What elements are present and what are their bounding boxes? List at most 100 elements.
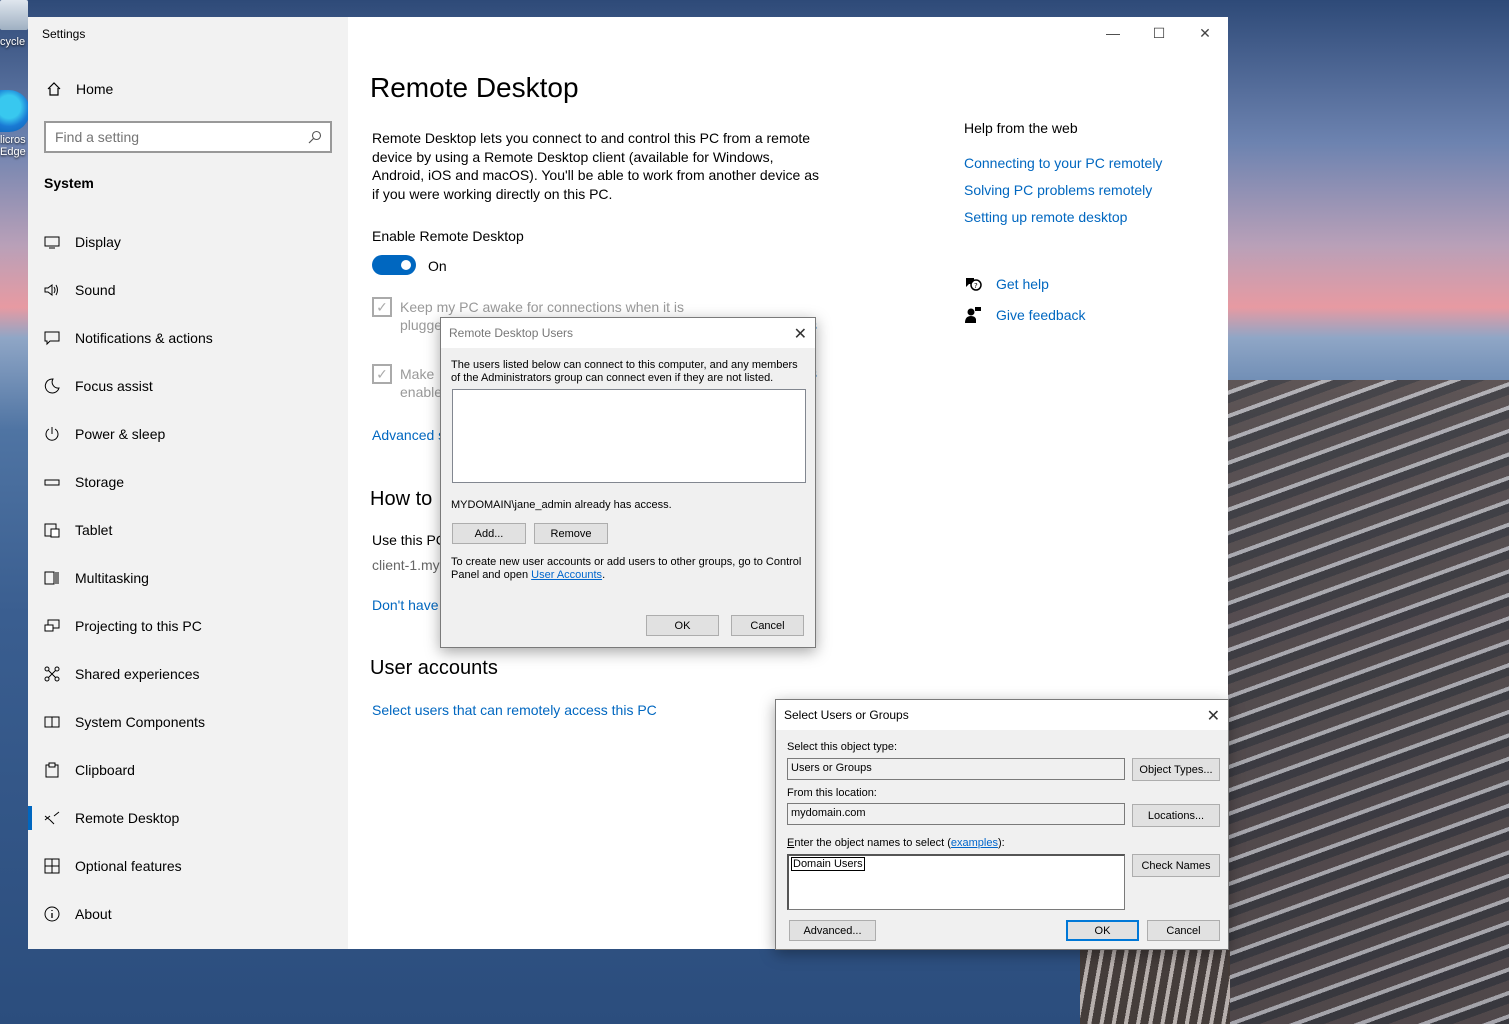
use-this-pc-text: Use this PC [372, 532, 446, 548]
caption-buttons: — ☐ ✕ [1090, 17, 1228, 49]
search-input[interactable] [46, 123, 296, 151]
page-title: Remote Desktop [370, 72, 579, 103]
sug-ok-button[interactable]: OK [1066, 920, 1139, 941]
sidebar-item-label: Remote Desktop [75, 810, 180, 826]
rdu-cancel-button[interactable]: Cancel [731, 615, 804, 636]
sidebar-item-remote-desktop[interactable]: Remote Desktop [28, 794, 348, 842]
shared-icon [44, 666, 60, 682]
maximize-button[interactable]: ☐ [1136, 17, 1182, 49]
sidebar-item-storage[interactable]: Storage [28, 458, 348, 506]
sidebar-home[interactable]: Home [46, 81, 113, 97]
home-label: Home [76, 81, 114, 97]
object-types-button[interactable]: Object Types... [1132, 758, 1220, 781]
help-link-solving[interactable]: Solving PC problems remotely [964, 182, 1152, 198]
sidebar-section-title: System [44, 175, 94, 191]
info-icon [44, 906, 60, 922]
sidebar-item-multitasking[interactable]: Multitasking [28, 554, 348, 602]
remote-desktop-icon [44, 810, 60, 826]
advanced-button[interactable]: Advanced... [789, 920, 876, 941]
toggle-state-label: On [428, 258, 447, 274]
rdu-dialog-title: Remote Desktop Users [441, 318, 815, 348]
monitor-icon [44, 234, 60, 250]
sidebar-item-power-sleep[interactable]: Power & sleep [28, 410, 348, 458]
pc-name-text: client-1.my [372, 557, 440, 573]
recycle-bin-label: cycle [0, 36, 26, 48]
notification-icon [44, 330, 60, 346]
user-accounts-heading: User accounts [370, 657, 498, 679]
sidebar-item-display[interactable]: Display [28, 218, 348, 266]
rdu-footer: To create new user accounts or add users… [451, 556, 807, 582]
sidebar-item-label: Multitasking [75, 570, 149, 586]
make-discoverable-checkbox[interactable]: ✓ [372, 364, 392, 384]
sidebar-item-projecting[interactable]: Projecting to this PC [28, 602, 348, 650]
dont-have-link[interactable]: Don't have [372, 597, 439, 613]
object-names-value: Domain Users [791, 857, 865, 871]
recycle-bin-icon [0, 0, 28, 30]
sidebar-item-label: About [75, 906, 112, 922]
object-names-label: Enter the object names to select (exampl… [787, 837, 1005, 849]
sidebar-item-clipboard[interactable]: Clipboard [28, 746, 348, 794]
speaker-icon [44, 282, 60, 298]
object-type-field: Users or Groups [787, 758, 1125, 780]
sidebar-item-system-components[interactable]: System Components [28, 698, 348, 746]
tablet-icon [44, 522, 60, 538]
page-description: Remote Desktop lets you connect to and c… [372, 130, 820, 202]
give-feedback-link[interactable]: Give feedback [964, 306, 1086, 324]
user-accounts-link[interactable]: User Accounts [531, 569, 602, 581]
home-icon [47, 82, 61, 96]
rdu-remove-button[interactable]: Remove [534, 523, 608, 544]
enable-remote-desktop-toggle[interactable] [372, 255, 416, 275]
power-icon [44, 426, 60, 442]
sidebar-item-label: System Components [75, 714, 205, 730]
remote-desktop-users-dialog: Remote Desktop Users ✕ The users listed … [440, 317, 816, 648]
get-help-link[interactable]: ? Get help [964, 275, 1049, 293]
sidebar-item-shared-experiences[interactable]: Shared experiences [28, 650, 348, 698]
sidebar-item-notifications[interactable]: Notifications & actions [28, 314, 348, 362]
help-title: Help from the web [964, 120, 1078, 136]
enable-remote-desktop-label: Enable Remote Desktop [372, 228, 524, 244]
desktop-wallpaper-pier-lower [1080, 950, 1230, 1024]
location-label: From this location: [787, 787, 877, 799]
select-users-link[interactable]: Select users that can remotely access th… [372, 702, 657, 718]
get-help-icon: ? [966, 278, 982, 291]
keep-awake-checkbox[interactable]: ✓ [372, 297, 392, 317]
sidebar-item-sound[interactable]: Sound [28, 266, 348, 314]
help-link-connecting[interactable]: Connecting to your PC remotely [964, 155, 1162, 171]
sidebar-item-about[interactable]: About [28, 890, 348, 938]
advanced-settings-link[interactable]: Advanced s [372, 427, 445, 443]
sug-dialog-title: Select Users or Groups [776, 700, 1228, 730]
check-names-button[interactable]: Check Names [1132, 854, 1220, 877]
sidebar-item-label: Tablet [75, 522, 113, 538]
rdu-ok-button[interactable]: OK [646, 615, 719, 636]
object-names-input[interactable]: Domain Users [787, 854, 1125, 910]
sidebar-item-optional-features[interactable]: Optional features [28, 842, 348, 890]
close-button[interactable]: ✕ [1182, 17, 1228, 49]
sidebar: Settings Home System Display Sound Notif… [28, 17, 348, 949]
search-box[interactable] [44, 121, 332, 153]
locations-button[interactable]: Locations... [1132, 804, 1220, 827]
recycle-bin-desktop-icon[interactable]: cycle [0, 0, 30, 62]
rdu-footer-text: To create new user accounts or add users… [451, 556, 802, 581]
sidebar-nav: Display Sound Notifications & actions Fo… [28, 218, 348, 938]
clipboard-icon [44, 762, 60, 778]
sug-close-button[interactable]: ✕ [1207, 706, 1220, 726]
examples-link[interactable]: examples [951, 837, 998, 849]
projecting-icon [44, 618, 60, 634]
sidebar-item-tablet[interactable]: Tablet [28, 506, 348, 554]
sug-cancel-button[interactable]: Cancel [1147, 920, 1220, 941]
rdu-close-button[interactable]: ✕ [794, 324, 807, 344]
sidebar-item-label: Projecting to this PC [75, 618, 202, 634]
rdu-add-button[interactable]: Add... [452, 523, 526, 544]
select-users-groups-dialog: Select Users or Groups ✕ Select this obj… [775, 699, 1229, 950]
window-title: Settings [42, 27, 86, 41]
minimize-button[interactable]: — [1090, 17, 1136, 49]
rdu-access-note: MYDOMAIN\jane_admin already has access. [451, 499, 672, 511]
multitasking-icon [44, 570, 60, 586]
object-names-label-end: ): [997, 837, 1005, 849]
rdu-users-list[interactable] [452, 389, 806, 483]
keep-awake-line1: Keep my PC awake for connections when it… [400, 299, 685, 315]
sidebar-item-focus-assist[interactable]: Focus assist [28, 362, 348, 410]
sidebar-item-label: Storage [75, 474, 125, 490]
help-link-setting-up[interactable]: Setting up remote desktop [964, 209, 1127, 225]
edge-desktop-icon[interactable]: licros Edge [0, 90, 30, 170]
